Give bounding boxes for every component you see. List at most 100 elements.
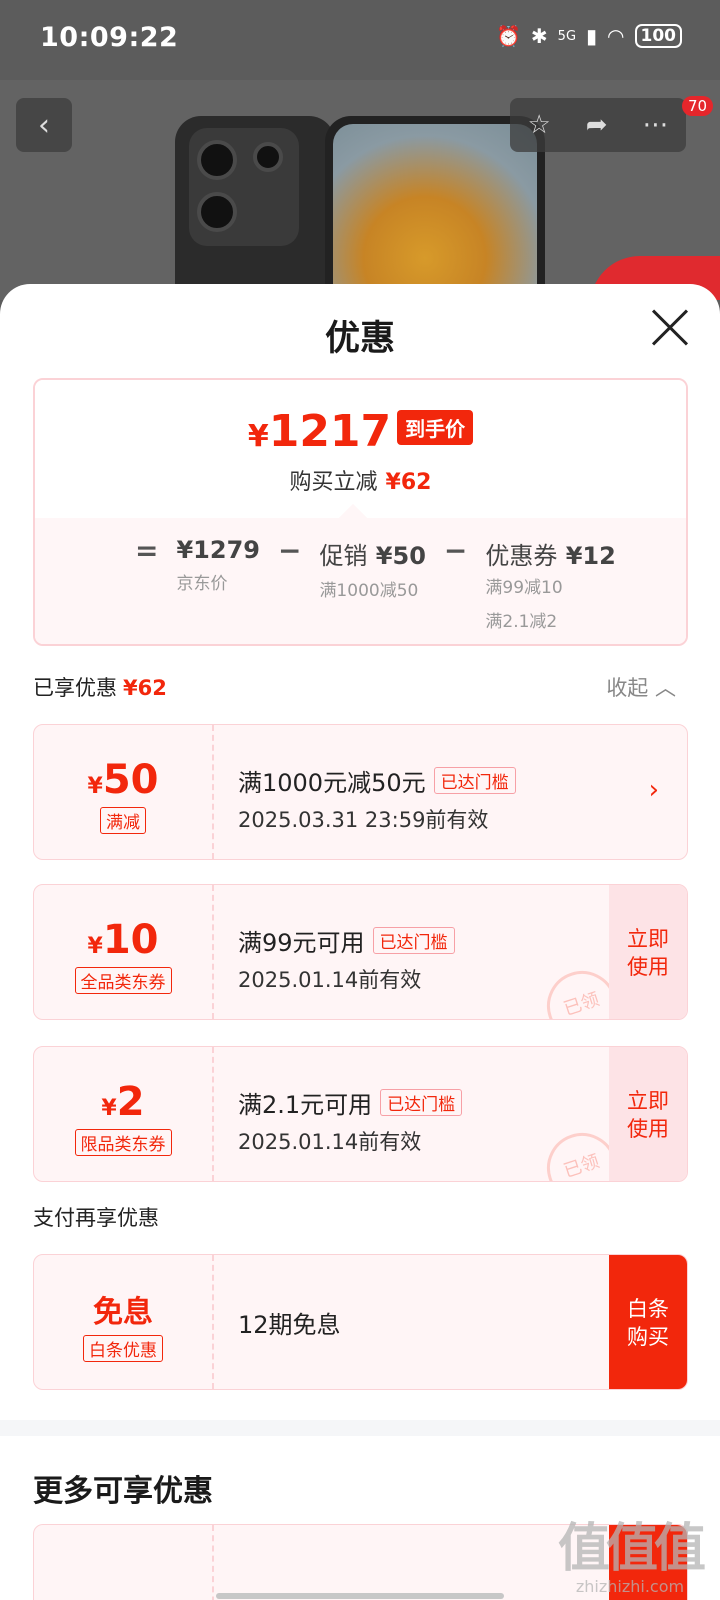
payment-offer-info: 12期免息 — [238, 1305, 341, 1340]
top-actions: ☆ ➦ ⋯ — [510, 98, 686, 152]
star-icon[interactable]: ☆ — [527, 110, 550, 140]
sheet-title: 优惠 — [324, 319, 395, 359]
notification-badge: 70 — [682, 96, 714, 116]
baitiao-buy-button[interactable]: 白条 购买 — [609, 1255, 687, 1389]
coupon-term: 优惠券 ¥12 满99减10 满2.1减2 — [485, 536, 615, 635]
status-bar: 10:09:22 ⏰ ✱ 5G ▮ ◠ 100 — [0, 0, 720, 80]
payment-offer-value: 免息 白条优惠 — [34, 1255, 214, 1389]
network-label: 5G — [557, 28, 577, 44]
coupon-card: ¥2 限品类东券 满2.1元可用 已达门槛 2025.01.14前有效 已领 立即… — [33, 1046, 688, 1182]
watermark-logo: 值值值 zhizhizhi.com — [557, 1506, 706, 1596]
payment-header: 支付再享优惠 — [33, 1206, 159, 1230]
coupon-type: 限品类东券 — [74, 1129, 172, 1156]
coupon-type: 满减 — [100, 807, 146, 834]
home-indicator[interactable] — [216, 1593, 504, 1599]
reached-badge: 已达门槛 — [380, 1089, 463, 1116]
watermark-text: 值值值 — [557, 1519, 706, 1579]
signal-icon: ▮ — [586, 24, 598, 48]
coupon-value-number: 10 — [102, 917, 159, 963]
coupon-value-number: 50 — [102, 757, 159, 803]
price-summary-card: ¥1217 到手价 购买立减 ¥62 = ¥1279 京东价 − 促销 ¥50 满1… — [33, 378, 688, 646]
payment-offer-type: 白条优惠 — [83, 1335, 163, 1362]
minus-sign: − — [277, 534, 302, 567]
more-icon[interactable]: ⋯ — [642, 110, 668, 140]
discount-sheet: 优惠 ¥1217 到手价 购买立减 ¥62 = ¥1279 京东价 − 促销 ¥50… — [0, 284, 720, 1600]
coupon-title: 满99元可用 — [238, 929, 365, 957]
close-icon[interactable] — [650, 308, 690, 348]
more-offer-value — [34, 1525, 214, 1600]
reached-badge: 已达门槛 — [372, 927, 455, 954]
final-price-tag: 到手价 — [397, 410, 474, 445]
coupon-info: 满2.1元可用 已达门槛 2025.01.14前有效 — [238, 1085, 463, 1156]
collapse-button[interactable]: 收起 ︿ — [606, 672, 676, 702]
chevron-up-icon: ︿ — [655, 676, 676, 700]
coupon-label: 优惠券 — [485, 542, 558, 570]
jd-price-term: ¥1279 京东价 — [176, 536, 260, 600]
share-icon[interactable]: ➦ — [586, 110, 608, 140]
coupon-title: 满2.1元可用 — [238, 1091, 373, 1119]
coupon-validity: 2025.03.31 23:59前有效 — [238, 808, 489, 832]
equals-sign: = — [135, 534, 159, 567]
promo-amount: ¥50 — [375, 542, 426, 570]
back-button[interactable]: ‹ — [16, 98, 72, 152]
use-now-button[interactable]: 立即 使用 — [609, 885, 687, 1019]
chevron-right-icon[interactable]: › — [649, 775, 659, 805]
collapse-label: 收起 — [606, 676, 649, 700]
final-price: ¥1217 到手价 — [35, 406, 686, 457]
enjoyed-amount: ¥62 — [123, 676, 167, 700]
currency-symbol: ¥ — [247, 419, 269, 454]
coupon-info: 满99元可用 已达门槛 2025.01.14前有效 — [238, 923, 455, 994]
phone-back-illustration — [175, 116, 335, 300]
coupon-yen: ¥ — [101, 1096, 117, 1121]
camera-module — [189, 128, 299, 246]
battery-icon: 100 — [634, 24, 682, 48]
alarm-icon: ⏰ — [496, 24, 521, 48]
coupon-card[interactable]: ¥50 满减 满1000元减50元 已达门槛 2025.03.31 23:59前有… — [33, 724, 688, 860]
coupon-title: 满1000元减50元 — [238, 769, 426, 797]
chevron-left-icon: ‹ — [38, 107, 50, 143]
camera-lens-icon — [197, 140, 237, 180]
coupon-rule-2: 满2.1减2 — [485, 612, 558, 632]
coupon-yen: ¥ — [87, 774, 103, 799]
coupon-info: 满1000元减50元 已达门槛 2025.03.31 23:59前有效 — [238, 763, 516, 834]
coupon-rule-1: 满99减10 — [485, 578, 563, 598]
wifi-icon: ◠ — [607, 24, 625, 48]
coupon-validity: 2025.01.14前有效 — [238, 968, 422, 992]
reduce-amount: ¥62 — [385, 470, 432, 495]
coupon-value: ¥2 限品类东券 — [34, 1047, 214, 1181]
status-icons: ⏰ ✱ 5G ▮ ◠ 100 — [496, 24, 682, 48]
coupon-amount: ¥12 — [565, 542, 616, 570]
section-divider — [0, 1420, 720, 1436]
coupon-yen: ¥ — [87, 934, 103, 959]
interest-free-label: 免息 — [93, 1295, 153, 1330]
phone-screen — [333, 124, 537, 300]
promo-label: 促销 — [319, 542, 368, 570]
coupon-value: ¥50 满减 — [34, 725, 214, 859]
minus-sign: − — [443, 534, 468, 567]
reached-badge: 已达门槛 — [433, 767, 516, 794]
bluetooth-icon: ✱ — [530, 24, 548, 48]
reduce-line: 购买立减 ¥62 — [35, 464, 686, 496]
enjoyed-label: 已享优惠 — [33, 676, 117, 700]
price-formula: = ¥1279 京东价 − 促销 ¥50 满1000减50 − 优惠券 ¥12 … — [35, 518, 686, 644]
coupon-type: 全品类东券 — [74, 967, 172, 994]
promo-rule: 满1000减50 — [319, 581, 419, 601]
coupon-value-number: 2 — [116, 1079, 145, 1125]
jd-price: ¥1279 — [176, 536, 260, 564]
watermark-url: zhizhizhi.com — [575, 1577, 685, 1596]
coupon-value: ¥10 全品类东券 — [34, 885, 214, 1019]
reduce-label: 购买立减 — [289, 470, 378, 495]
camera-lens-icon — [197, 192, 237, 232]
payment-offer-card: 免息 白条优惠 12期免息 白条 购买 — [33, 1254, 688, 1390]
use-now-button[interactable]: 立即 使用 — [609, 1047, 687, 1181]
status-time: 10:09:22 — [40, 22, 179, 53]
coupon-validity: 2025.01.14前有效 — [238, 1130, 422, 1154]
jd-price-label: 京东价 — [176, 574, 228, 594]
more-offers-title: 更多可享优惠 — [33, 1474, 213, 1509]
coupon-card: ¥10 全品类东券 满99元可用 已达门槛 2025.01.14前有效 已领 立即… — [33, 884, 688, 1020]
final-price-value: 1217 — [268, 406, 392, 457]
payment-offer-title: 12期免息 — [238, 1311, 341, 1339]
promo-term: 促销 ¥50 满1000减50 — [319, 536, 425, 607]
enjoyed-header: 已享优惠 ¥62 — [33, 672, 167, 702]
camera-lens-icon — [253, 142, 283, 172]
